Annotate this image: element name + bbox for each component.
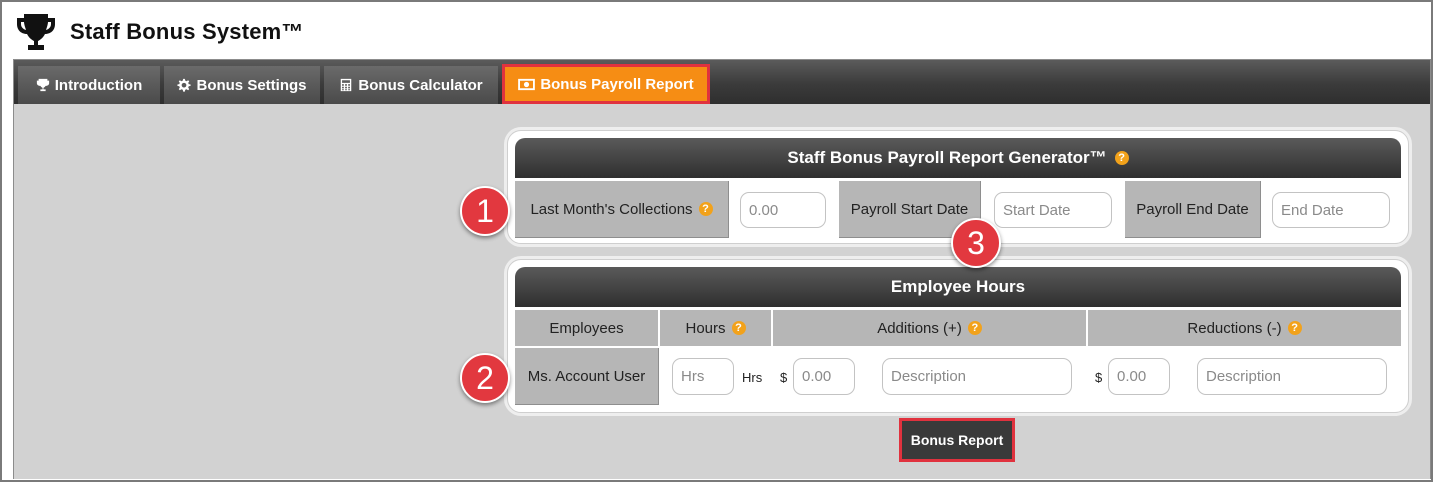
start-date-input[interactable] [994, 192, 1112, 228]
end-date-input[interactable] [1272, 192, 1390, 228]
money-icon [518, 78, 536, 90]
help-icon[interactable]: ? [1114, 151, 1129, 165]
start-date-label: Payroll Start Date [850, 200, 969, 218]
currency-symbol: $ [1095, 370, 1103, 385]
app-header: Staff Bonus System™ [14, 10, 304, 54]
reduction-amount-input[interactable] [1108, 358, 1170, 395]
help-icon[interactable]: ? [698, 202, 713, 216]
column-header-label: Additions (+) [877, 319, 962, 337]
end-date-label-cell: Payroll End Date [1125, 181, 1261, 238]
bonus-report-button[interactable]: Bonus Report [899, 418, 1015, 462]
hours-panel-title: Employee Hours [890, 277, 1026, 296]
column-header-additions: Additions (+) ? [773, 310, 1087, 346]
help-icon[interactable]: ? [731, 321, 746, 335]
column-header-label: Reductions (-) [1187, 319, 1282, 337]
step-marker-3: 3 [951, 218, 1001, 268]
addition-amount-input[interactable] [793, 358, 855, 395]
bonus-report-label: Bonus Report [910, 432, 1004, 448]
tab-label: Bonus Payroll Report [540, 75, 694, 93]
employee-name: Ms. Account User [527, 367, 646, 385]
collections-label: Last Month's Collections [530, 200, 693, 218]
column-header-employees: Employees [515, 310, 659, 346]
help-icon[interactable]: ? [1287, 321, 1302, 335]
tab-label: Bonus Settings [196, 76, 307, 94]
tab-bonus-payroll-report[interactable]: Bonus Payroll Report [502, 64, 710, 104]
collections-label-cell: Last Month's Collections ? [515, 181, 729, 238]
currency-symbol: $ [780, 370, 788, 385]
step-marker-2: 2 [460, 353, 510, 403]
employee-hours-panel: Employee Hours Employees Hours ? Additio… [507, 259, 1409, 413]
step-marker-1: 1 [460, 186, 510, 236]
tab-label: Bonus Calculator [358, 76, 483, 94]
hours-unit: Hrs [742, 370, 763, 385]
addition-description-input[interactable] [882, 358, 1072, 395]
tab-introduction[interactable]: Introduction [18, 66, 160, 104]
help-icon[interactable]: ? [967, 321, 982, 335]
tab-bar: Introduction Bonus Settings Bonus Calcul… [14, 60, 1430, 104]
reduction-description-input[interactable] [1197, 358, 1387, 395]
tab-label: Introduction [54, 76, 143, 94]
calculator-icon [341, 78, 352, 92]
column-header-label: Hours [685, 319, 726, 337]
trophy-icon [17, 14, 55, 50]
report-panel-header: Staff Bonus Payroll Report Generator™ ? [515, 138, 1401, 178]
tab-bonus-settings[interactable]: Bonus Settings [164, 66, 320, 104]
report-panel-title: Staff Bonus Payroll Report Generator™ [787, 148, 1107, 167]
collections-input[interactable] [740, 192, 826, 228]
app-title: Staff Bonus System™ [70, 19, 304, 44]
gear-icon [177, 78, 192, 92]
tab-bonus-calculator[interactable]: Bonus Calculator [324, 66, 498, 104]
hours-input[interactable] [672, 358, 734, 395]
app-window: Staff Bonus System™ Introduction Bonus S… [0, 0, 1433, 482]
hours-panel-header: Employee Hours [515, 267, 1401, 307]
column-header-hours: Hours ? [660, 310, 772, 346]
end-date-label: Payroll End Date [1136, 200, 1249, 218]
employee-name-cell: Ms. Account User [515, 348, 659, 405]
column-header-reductions: Reductions (-) ? [1088, 310, 1401, 346]
column-header-label: Employees [549, 319, 624, 337]
trophy-icon [36, 78, 49, 92]
